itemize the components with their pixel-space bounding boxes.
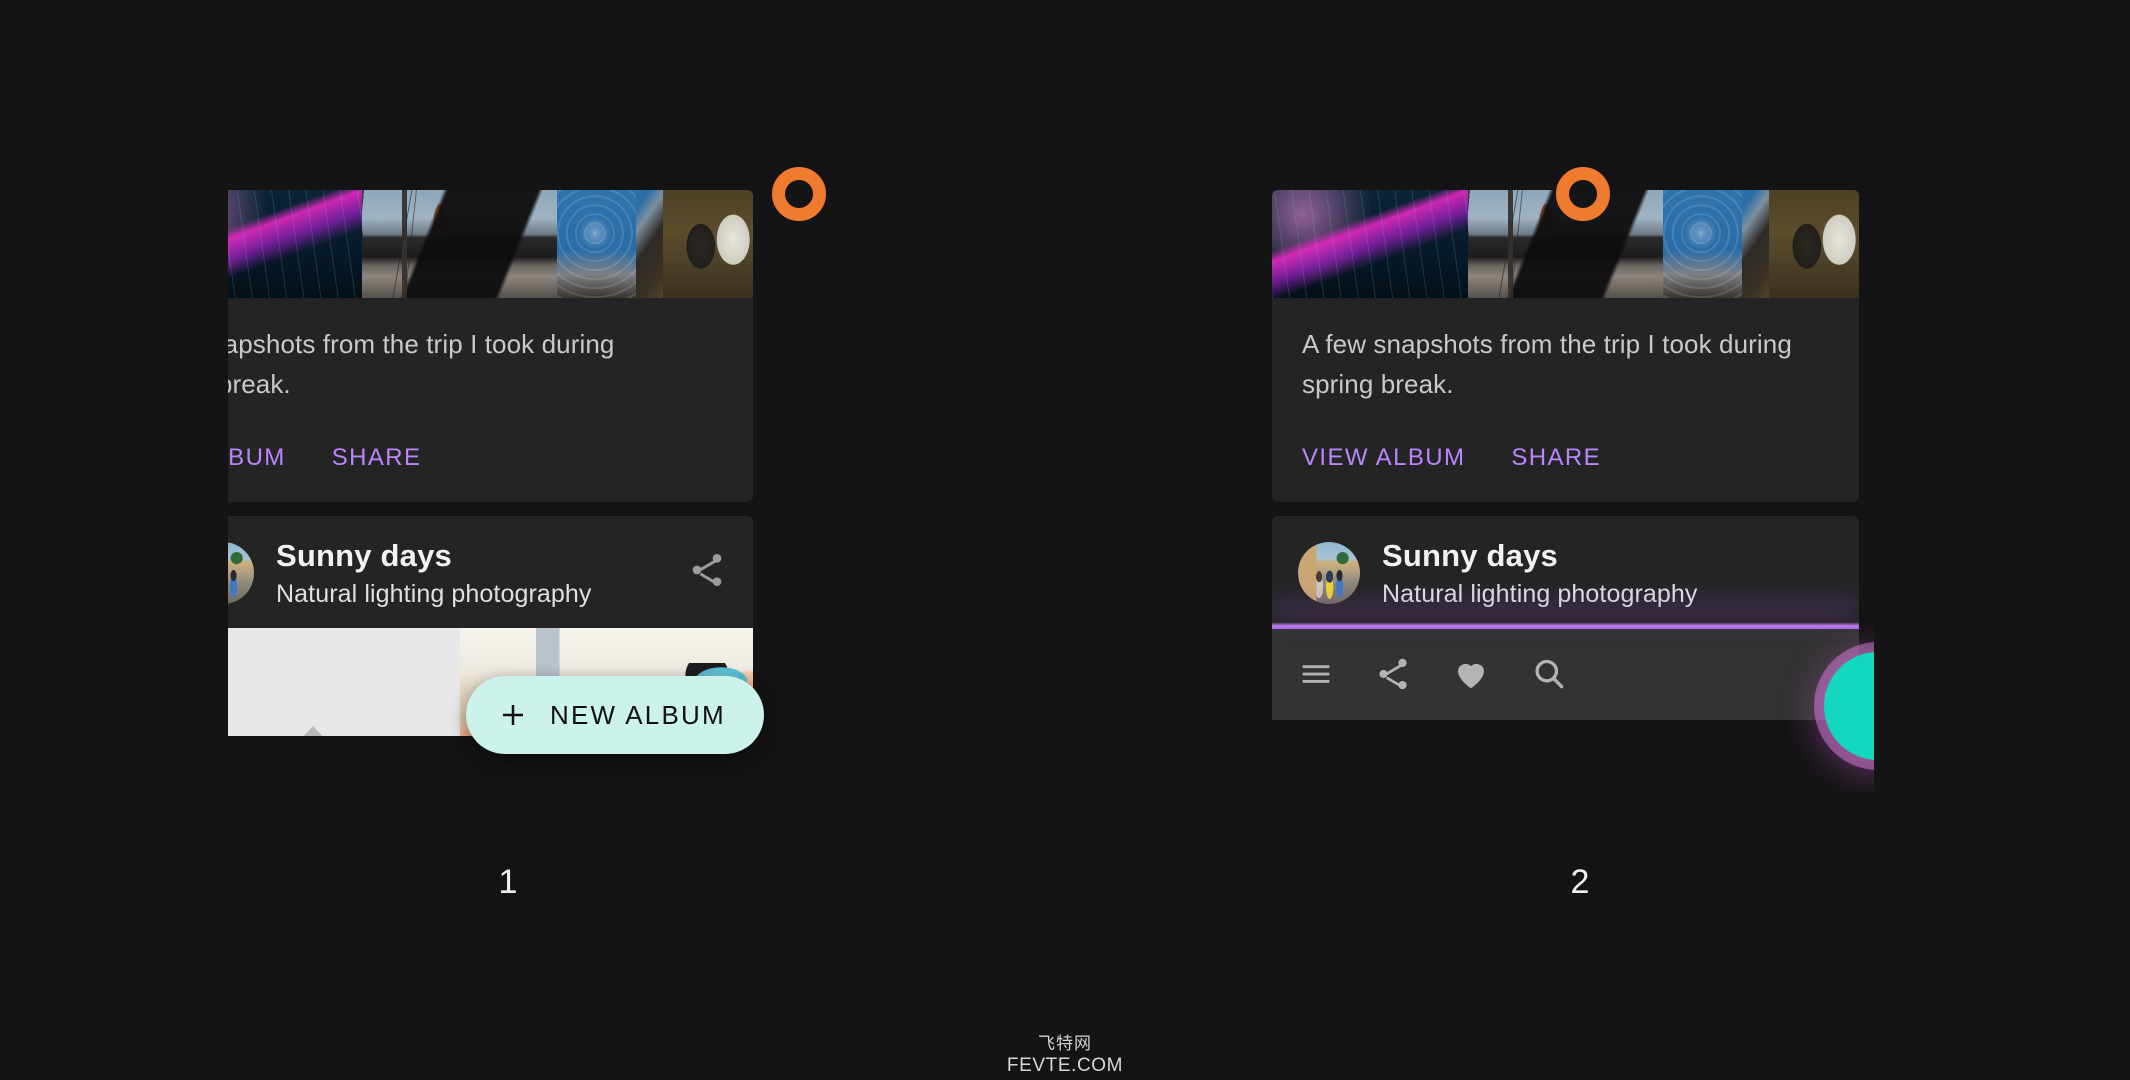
- photo-street-bus-window[interactable]: [361, 190, 558, 298]
- favorite-heart-icon[interactable]: [1452, 655, 1490, 693]
- photo-batik-fabric-cows[interactable]: [557, 190, 753, 298]
- panel-1-caption: 1: [498, 863, 518, 901]
- album-description: A few snapshots from the trip I took dur…: [1302, 329, 1792, 399]
- view-album-button[interactable]: VIEW ALBUM: [1302, 444, 1465, 472]
- share-button[interactable]: SHARE: [332, 444, 422, 472]
- panel-1-phone-surface: snapshots from the trip I took during g …: [228, 190, 753, 737]
- watermark: 飞特网 FEVTE.COM: [0, 1035, 2130, 1075]
- new-album-fab[interactable]: NEW ALBUM: [466, 676, 764, 754]
- panel-2-phone-surface: A few snapshots from the trip I took dur…: [1272, 190, 1874, 760]
- album-card-body: snapshots from the trip I took during g …: [228, 298, 753, 404]
- panel-2-viewport: A few snapshots from the trip I took dur…: [1272, 190, 1874, 793]
- list-card[interactable]: Sunny days Natural lighting photography: [1272, 516, 1859, 721]
- album-description: snapshots from the trip I took during g …: [228, 329, 615, 399]
- ring-marker-icon: [1556, 167, 1610, 221]
- view-album-button[interactable]: ALBUM: [228, 444, 286, 472]
- list-card-header: Sunny days Natural lighting photography: [1272, 516, 1859, 628]
- bottom-bar-accent-divider: [1272, 622, 1859, 630]
- photo-rainy-night[interactable]: [228, 190, 362, 298]
- album-card-actions: VIEW ALBUM SHARE: [1272, 404, 1859, 502]
- album-card-body: A few snapshots from the trip I took dur…: [1272, 298, 1859, 404]
- avatar: [1298, 542, 1360, 605]
- search-icon[interactable]: [1530, 655, 1568, 693]
- photo-rainy-night[interactable]: [1272, 190, 1468, 298]
- album-card[interactable]: snapshots from the trip I took during g …: [228, 190, 753, 502]
- album-thumbnail-strip: [228, 190, 753, 298]
- screenshot-stage: snapshots from the trip I took during g …: [0, 0, 2130, 1080]
- list-card-titles: Sunny days Natural lighting photography: [1382, 538, 1698, 608]
- share-icon[interactable]: [687, 550, 727, 590]
- list-card-header: Sunny days Natural lighting photography: [228, 516, 753, 628]
- list-card-subtitle: Natural lighting photography: [276, 579, 592, 608]
- page-title: Sunny days: [1382, 538, 1558, 573]
- panel-2-caption: 2: [1570, 863, 1590, 901]
- photo-batik-fabric-cows[interactable]: [1663, 190, 1859, 298]
- watermark-en: FEVTE.COM: [1006, 1055, 1124, 1076]
- photo-placeholder-light[interactable]: [228, 628, 460, 737]
- plus-icon: [503, 705, 523, 725]
- album-card-actions: ALBUM SHARE: [228, 404, 753, 502]
- new-album-fab-label: NEW ALBUM: [550, 699, 726, 730]
- menu-icon[interactable]: [1298, 656, 1334, 692]
- avatar: [228, 542, 254, 605]
- page-title: Sunny days: [276, 538, 452, 573]
- ring-marker-icon: [772, 167, 826, 221]
- share-button[interactable]: SHARE: [1511, 444, 1601, 472]
- list-card-titles: Sunny days Natural lighting photography: [276, 538, 592, 608]
- watermark-cn: 飞特网: [1038, 1034, 1092, 1053]
- list-card-subtitle: Natural lighting photography: [1382, 579, 1698, 608]
- album-card[interactable]: A few snapshots from the trip I took dur…: [1272, 190, 1859, 502]
- bottom-app-bar: [1272, 622, 1859, 721]
- share-icon[interactable]: [1374, 655, 1412, 693]
